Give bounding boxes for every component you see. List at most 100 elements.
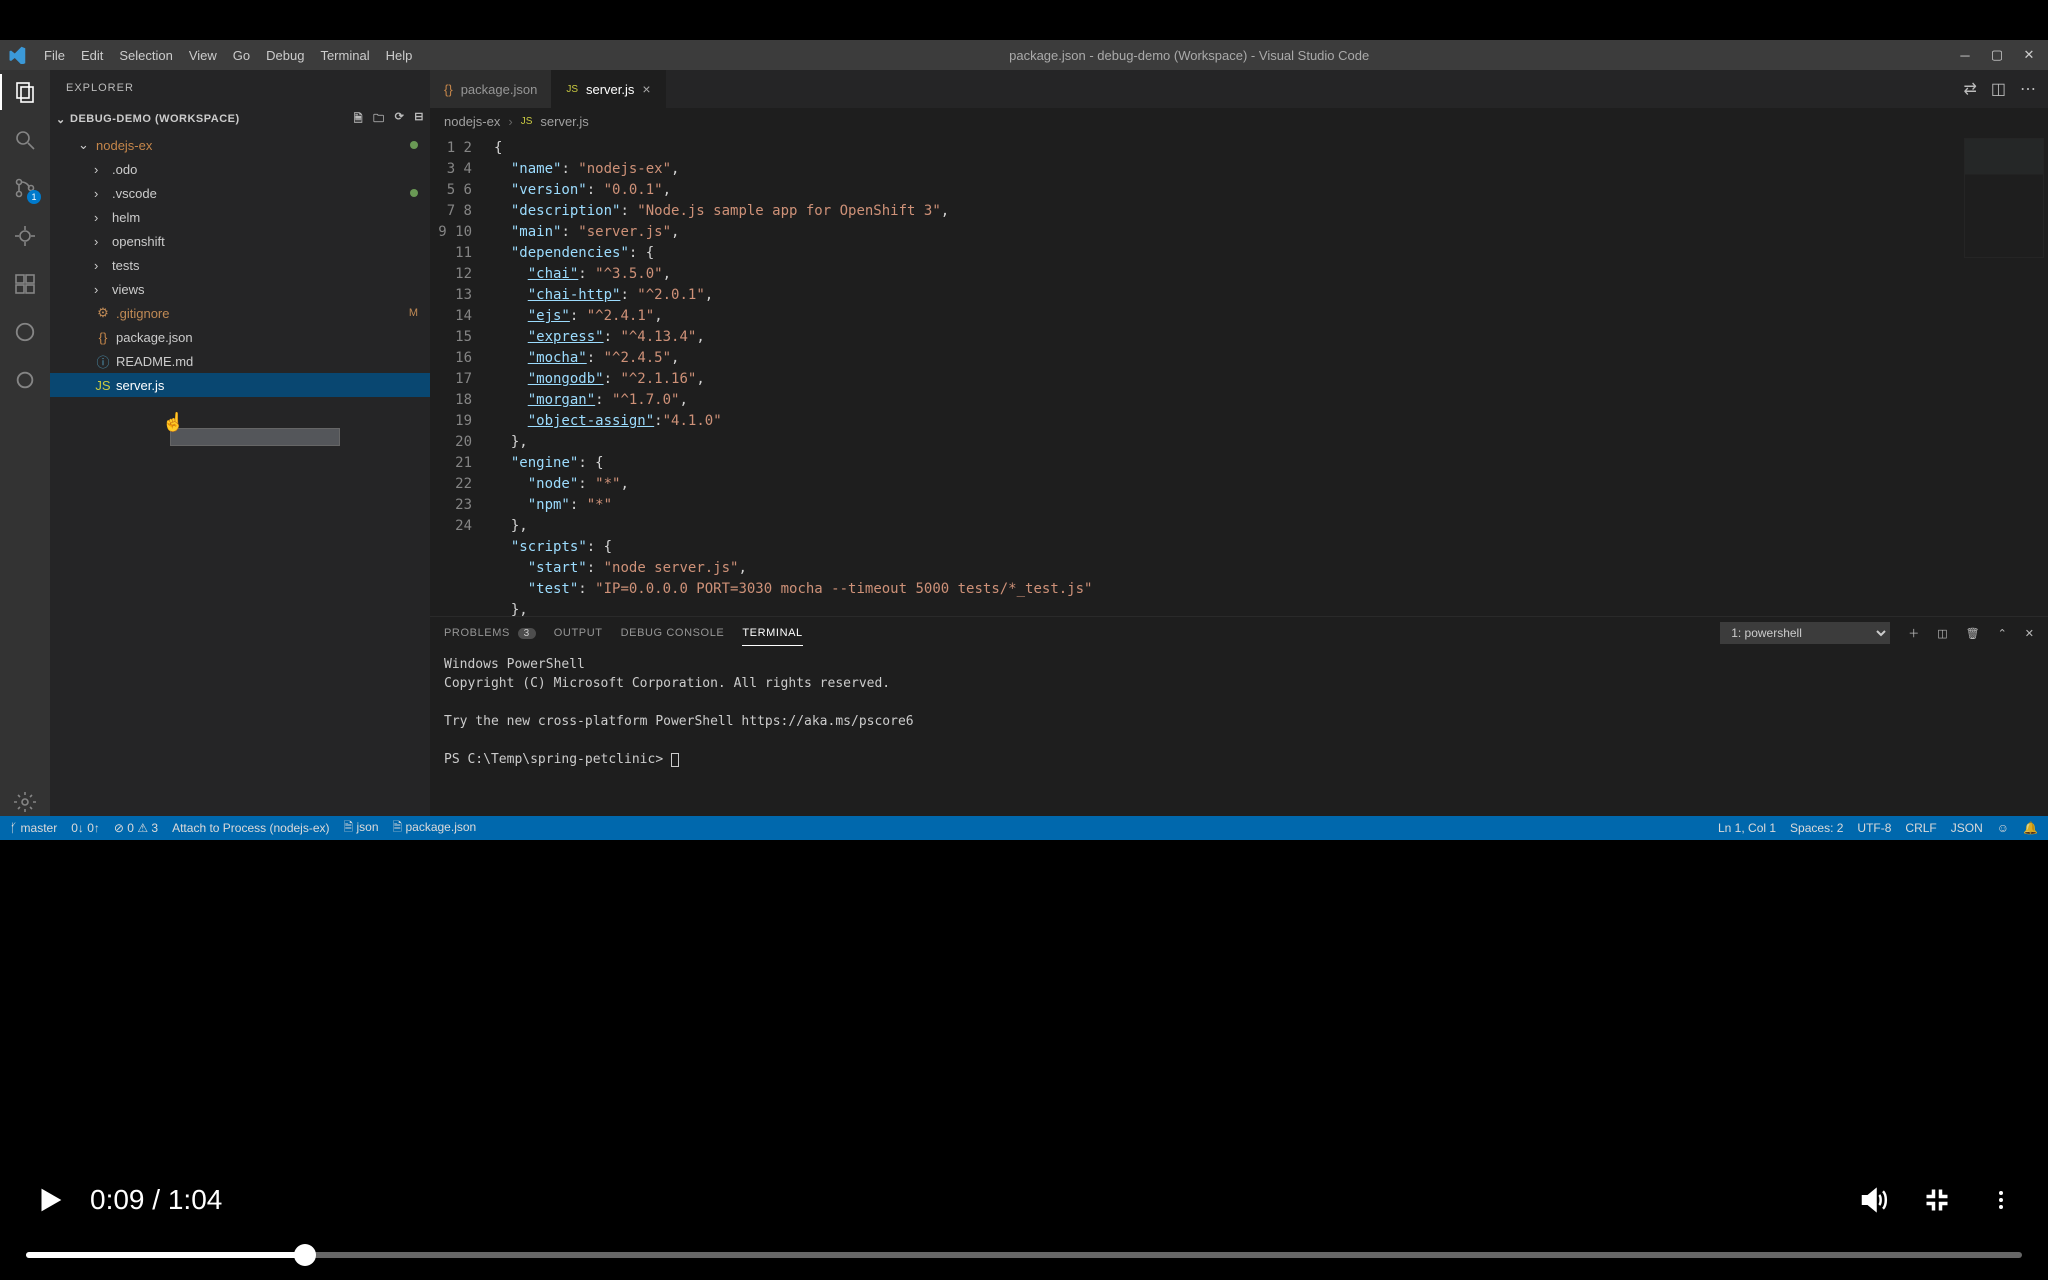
menu-view[interactable]: View <box>181 48 225 63</box>
minimap[interactable] <box>1964 138 2044 258</box>
chevron-right-icon: › <box>94 162 108 177</box>
chevron-up-icon[interactable]: ⌃ <box>1998 627 2007 640</box>
info-icon: ⓘ <box>94 352 112 371</box>
menu-file[interactable]: File <box>36 48 73 63</box>
menu-edit[interactable]: Edit <box>73 48 111 63</box>
menu-help[interactable]: Help <box>378 48 421 63</box>
code-value: ^2.1.16 <box>629 371 688 387</box>
video-progress-bar[interactable] <box>26 1252 2022 1258</box>
tree-folder[interactable]: ›tests <box>50 253 430 277</box>
close-icon[interactable]: × <box>642 81 650 97</box>
status-lang1[interactable]: 🗎 json <box>344 818 379 839</box>
status-eol[interactable]: CRLF <box>1905 821 1936 835</box>
tab-package-json[interactable]: {} package.json <box>430 70 552 108</box>
duration-time: 1:04 <box>168 1184 223 1215</box>
new-terminal-icon[interactable]: ＋ <box>1908 625 1919 641</box>
folder-label: tests <box>112 258 139 273</box>
vscode-logo-icon <box>8 46 26 64</box>
status-sync[interactable]: 0↓ 0↑ <box>71 821 100 835</box>
split-editor-icon[interactable]: ◫ <box>1991 79 2006 99</box>
line-gutter: 1 2 3 4 5 6 7 8 9 10 11 12 13 14 15 16 1… <box>430 134 486 616</box>
tree-folder[interactable]: ›.vscode <box>50 181 430 205</box>
volume-icon[interactable] <box>1856 1183 1890 1217</box>
status-attach[interactable]: Attach to Process (nodejs-ex) <box>172 821 329 835</box>
menu-selection[interactable]: Selection <box>111 48 180 63</box>
chevron-down-icon: ⌄ <box>56 113 70 126</box>
tree-folder-root[interactable]: ⌄ nodejs-ex <box>50 133 430 157</box>
term-line: Windows PowerShell <box>444 657 585 672</box>
menu-go[interactable]: Go <box>225 48 258 63</box>
status-file[interactable]: 🗎 package.json <box>393 818 477 839</box>
git-dot-icon <box>410 141 418 149</box>
terminal-select[interactable]: 1: powershell <box>1720 622 1890 644</box>
term-line: Try the new cross-platform PowerShell ht… <box>444 714 914 729</box>
more-icon[interactable]: ⋯ <box>2020 79 2036 99</box>
file-icon: ⚙ <box>94 305 112 321</box>
editor-content[interactable]: { "name": "nodejs-ex", "version": "0.0.1… <box>486 134 2048 616</box>
status-branch[interactable]: ᚶ master <box>10 821 57 835</box>
js-icon: JS <box>521 116 533 127</box>
breadcrumb-item[interactable]: nodejs-ex <box>444 114 500 129</box>
menu-terminal[interactable]: Terminal <box>312 48 377 63</box>
status-lang[interactable]: JSON <box>1951 821 1983 835</box>
panel-tab-debug-console[interactable]: DEBUG CONSOLE <box>621 621 725 645</box>
folder-label: helm <box>112 210 140 225</box>
activity-other-icon[interactable] <box>11 366 39 394</box>
window-close-icon[interactable]: ✕ <box>2022 48 2036 62</box>
fullscreen-exit-icon[interactable] <box>1920 1183 1954 1217</box>
compare-icon[interactable]: ⇄ <box>1963 79 1976 99</box>
tab-server-js[interactable]: JS server.js × <box>552 70 665 108</box>
status-feedback-icon[interactable]: ☺ <box>1997 821 2009 835</box>
trash-icon[interactable]: 🗑 <box>1966 627 1980 640</box>
tree-file-server[interactable]: JS server.js <box>50 373 430 397</box>
close-icon[interactable]: ✕ <box>2025 627 2034 640</box>
panel-tab-output[interactable]: OUTPUT <box>554 621 603 645</box>
code-value: Node.js sample app for OpenShift 3 <box>646 203 933 219</box>
panel-tab-terminal[interactable]: TERMINAL <box>742 621 802 646</box>
window-maximize-icon[interactable]: ▢ <box>1990 48 2004 62</box>
tree-file-readme[interactable]: ⓘ README.md <box>50 349 430 373</box>
problems-count-badge: 3 <box>518 628 536 639</box>
breadcrumb-item[interactable]: server.js <box>540 114 588 129</box>
status-bell-icon[interactable]: 🔔 <box>2023 821 2038 835</box>
new-folder-icon[interactable]: 🗀 <box>373 110 385 129</box>
tree-file-package[interactable]: {} package.json <box>50 325 430 349</box>
tab-label: PROBLEMS <box>444 627 510 639</box>
window-minimize-icon[interactable]: ─ <box>1958 48 1972 62</box>
terminal-output[interactable]: Windows PowerShell Copyright (C) Microso… <box>430 649 2048 816</box>
tree-folder[interactable]: ›helm <box>50 205 430 229</box>
collapse-icon[interactable]: ⊟ <box>414 110 424 129</box>
status-cursor-pos[interactable]: Ln 1, Col 1 <box>1718 821 1776 835</box>
panel-tab-problems[interactable]: PROBLEMS 3 <box>444 621 536 645</box>
status-errors-warnings[interactable]: ⊘ 0 ⚠ 3 <box>114 821 158 835</box>
activity-openshift-icon[interactable] <box>11 318 39 346</box>
refresh-icon[interactable]: ⟳ <box>395 110 405 129</box>
code-key: scripts <box>519 539 578 555</box>
play-button[interactable] <box>30 1180 70 1220</box>
tab-label: server.js <box>586 82 634 97</box>
activity-debug-icon[interactable] <box>11 222 39 250</box>
folder-label: views <box>112 282 145 297</box>
js-icon: JS <box>94 378 112 393</box>
activity-search-icon[interactable] <box>11 126 39 154</box>
code-value: IP=0.0.0.0 PORT=3030 mocha --timeout 500… <box>604 581 1084 597</box>
workspace-header[interactable]: ⌄ DEBUG-DEMO (WORKSPACE) 🗎 🗀 ⟳ ⊟ <box>50 105 430 133</box>
status-spaces[interactable]: Spaces: 2 <box>1790 821 1843 835</box>
tree-folder[interactable]: ›views <box>50 277 430 301</box>
activity-explorer-icon[interactable] <box>11 78 39 106</box>
git-dot-icon <box>410 189 418 197</box>
activity-extensions-icon[interactable] <box>11 270 39 298</box>
cursor-icon <box>671 753 679 767</box>
split-terminal-icon[interactable]: ◫ <box>1937 627 1947 640</box>
activity-scm-icon[interactable]: 1 <box>11 174 39 202</box>
activity-settings-icon[interactable] <box>11 788 39 816</box>
tree-folder[interactable]: ›.odo <box>50 157 430 181</box>
new-file-icon[interactable]: 🗎 <box>354 110 363 129</box>
tree-folder[interactable]: ›openshift <box>50 229 430 253</box>
progress-thumb[interactable] <box>294 1244 316 1266</box>
menu-debug[interactable]: Debug <box>258 48 312 63</box>
status-encoding[interactable]: UTF-8 <box>1857 821 1891 835</box>
more-vert-icon[interactable] <box>1984 1183 2018 1217</box>
window-title: package.json - debug-demo (Workspace) - … <box>420 48 1958 63</box>
tree-file-gitignore[interactable]: ⚙ .gitignore M <box>50 301 430 325</box>
